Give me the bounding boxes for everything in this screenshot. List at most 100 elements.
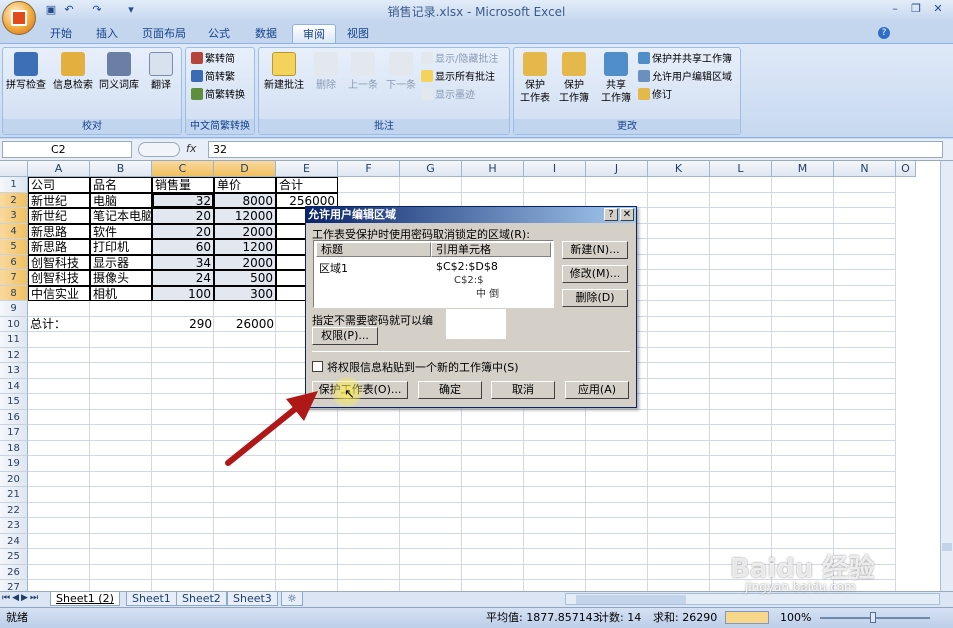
grid-cell[interactable] [462,487,524,503]
column-header[interactable]: M [772,161,834,177]
cell[interactable]: 相机 [90,285,152,301]
grid-cell[interactable] [834,502,896,518]
grid-cell[interactable] [648,208,710,224]
cell[interactable]: 500 [214,270,276,286]
tab-formulas[interactable]: 公式 [198,24,240,43]
grid-cell[interactable] [214,363,276,379]
sheet-tab[interactable]: Sheet1 [126,592,177,606]
grid-cell[interactable] [524,177,586,193]
grid-cell[interactable] [648,285,710,301]
grid-cell[interactable] [400,425,462,441]
cell[interactable]: 100 [152,285,214,301]
row-header[interactable]: 15 [0,394,28,410]
grid-cell[interactable] [772,208,834,224]
grid-cell[interactable] [710,316,772,332]
grid-cell[interactable] [648,239,710,255]
grid-cell[interactable] [648,456,710,472]
grid-cell[interactable] [586,549,648,565]
grid-cell[interactable] [772,440,834,456]
row-header[interactable]: 7 [0,270,28,286]
grid-cell[interactable] [648,502,710,518]
row-header[interactable]: 11 [0,332,28,348]
grid-cell[interactable] [834,394,896,410]
grid-cell[interactable] [90,332,152,348]
grid-cell[interactable] [90,456,152,472]
grid-cell[interactable] [710,409,772,425]
grid-cell[interactable] [338,549,400,565]
grid-cell[interactable] [462,177,524,193]
grid-cell[interactable] [710,301,772,317]
grid-cell[interactable] [90,502,152,518]
cell[interactable]: 创智科技 [28,254,90,270]
scroll-thumb[interactable] [576,595,686,604]
grid-cell[interactable] [276,549,338,565]
grid-cell[interactable] [400,580,462,591]
show-all-comments-button[interactable]: 显示所有批注 [421,70,495,86]
cell[interactable]: 20 [152,208,214,224]
grid-cell[interactable] [524,518,586,534]
grid-cell[interactable] [28,533,90,549]
minimize-icon[interactable]: – [885,2,905,18]
cell[interactable] [90,317,152,333]
grid-cell[interactable] [648,254,710,270]
row-header[interactable]: 18 [0,440,28,456]
grid-cell[interactable] [834,192,896,208]
grid-cell[interactable] [648,518,710,534]
grid-cell[interactable] [90,549,152,565]
grid-cell[interactable] [834,363,896,379]
new-range-button[interactable]: 新建(N)... [562,241,628,259]
grid-cell[interactable] [710,487,772,503]
column-header[interactable]: G [400,161,462,177]
paste-permissions-checkbox[interactable] [312,361,323,372]
grid-cell[interactable] [90,580,152,591]
grid-cell[interactable] [648,533,710,549]
grid-cell[interactable] [152,409,214,425]
range-title[interactable]: 区域1 [319,260,348,276]
grid-cell[interactable] [710,394,772,410]
row-header[interactable]: 17 [0,425,28,441]
grid-cell[interactable] [648,378,710,394]
grid-cell[interactable] [338,456,400,472]
cell[interactable]: 软件 [90,223,152,239]
horizontal-scrollbar[interactable] [565,593,940,605]
name-box[interactable]: C2 [2,141,132,158]
grid-cell[interactable] [400,409,462,425]
grid-cell[interactable] [710,425,772,441]
grid-cell[interactable] [772,254,834,270]
grid-cell[interactable] [772,192,834,208]
grid-cell[interactable] [276,518,338,534]
row-header[interactable]: 1 [0,177,28,193]
grid-cell[interactable] [648,223,710,239]
grid-cell[interactable] [338,409,400,425]
grid-cell[interactable] [28,549,90,565]
grid-cell[interactable] [834,440,896,456]
row-header[interactable]: 19 [0,456,28,472]
grid-cell[interactable] [710,456,772,472]
grid-cell[interactable] [28,440,90,456]
grid-cell[interactable] [28,502,90,518]
row-header[interactable]: 21 [0,487,28,503]
row-header[interactable]: 16 [0,409,28,425]
grid-cell[interactable] [462,425,524,441]
grid-cell[interactable] [90,533,152,549]
grid-cell[interactable] [710,518,772,534]
grid-cell[interactable] [586,487,648,503]
share-workbook-button[interactable]: 共享 工作簿 [596,52,636,105]
grid-cell[interactable] [90,440,152,456]
cancel-button[interactable]: 取消 [491,381,555,399]
grid-cell[interactable] [834,270,896,286]
grid-cell[interactable] [338,440,400,456]
cell[interactable] [28,301,90,317]
grid-cell[interactable] [772,332,834,348]
permissions-button[interactable]: 权限(P)... [312,327,378,345]
grid-cell[interactable] [214,549,276,565]
row-header[interactable]: 10 [0,316,28,332]
cell[interactable]: 新世纪 [28,208,90,224]
grid-cell[interactable] [648,316,710,332]
grid-cell[interactable] [586,409,648,425]
tab-review[interactable]: 审阅 [292,24,336,43]
grid-cell[interactable] [90,363,152,379]
next-comment-button[interactable]: 下一条 [383,52,419,92]
grid-cell[interactable] [90,471,152,487]
grid-cell[interactable] [524,533,586,549]
